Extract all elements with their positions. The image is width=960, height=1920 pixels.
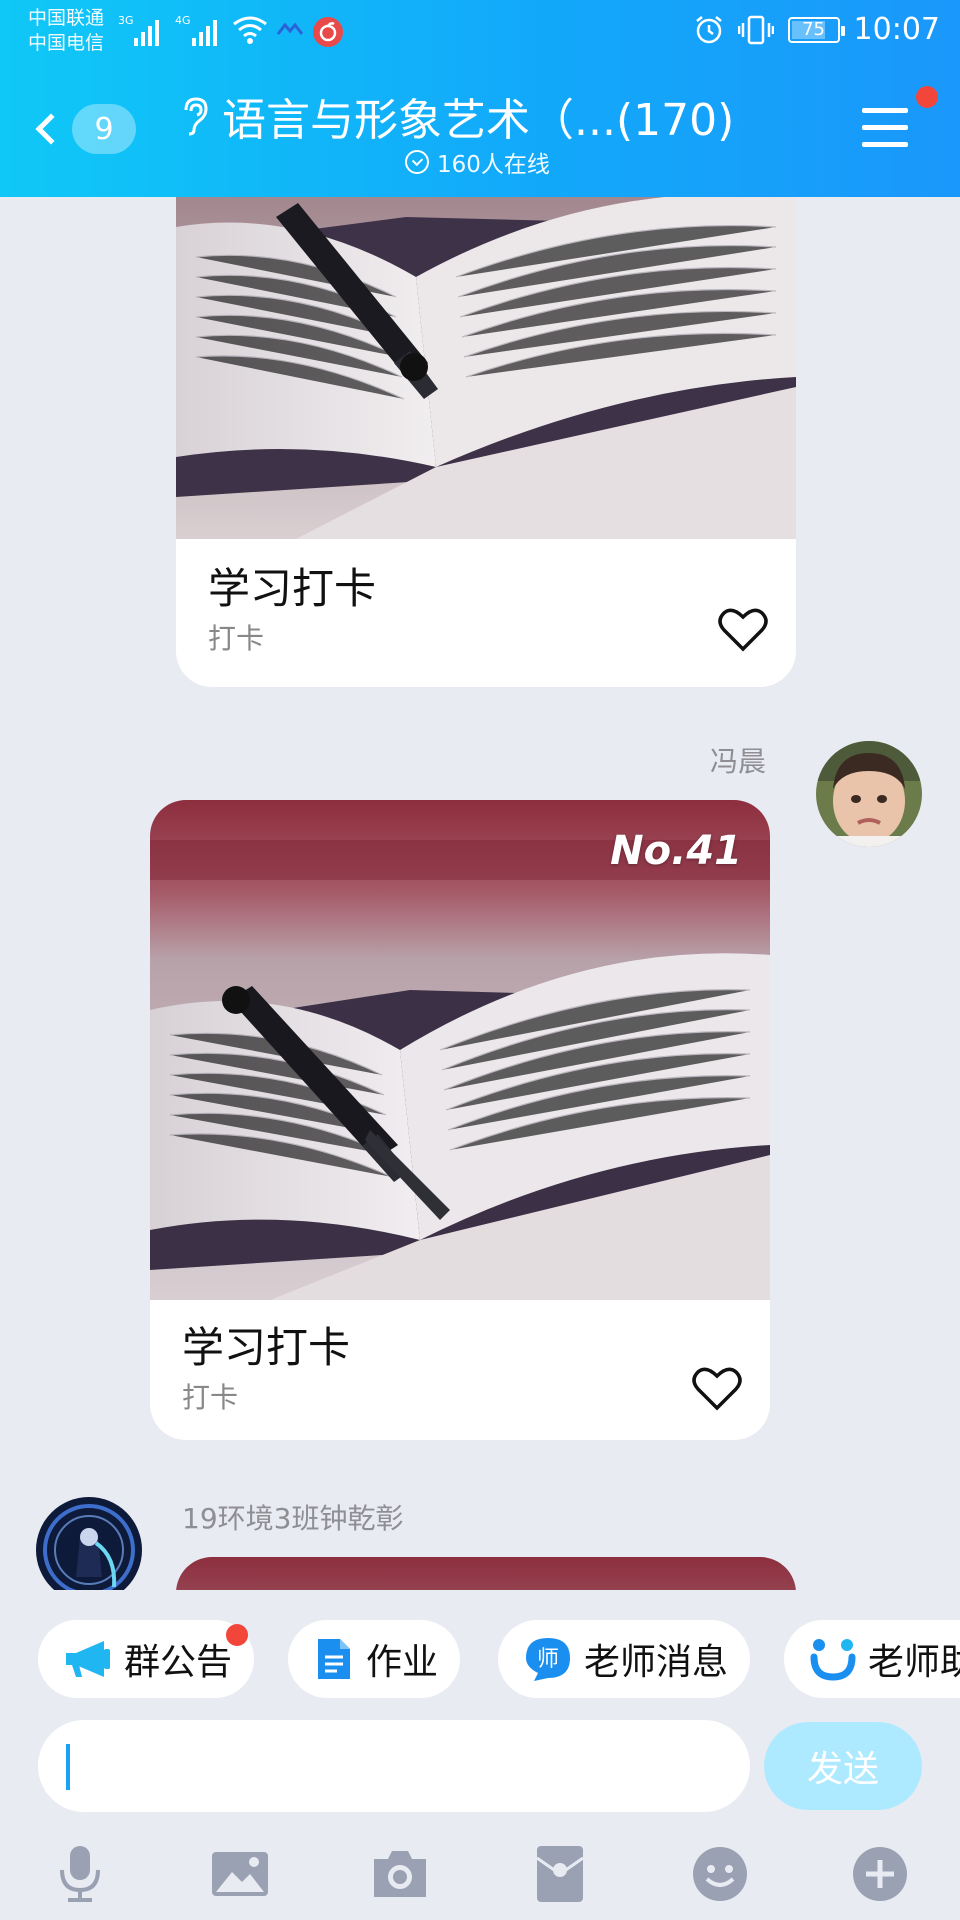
message-input[interactable] [38,1720,750,1812]
ear-icon [184,97,208,136]
card-subtitle: 打卡 [208,622,265,655]
card-subtitle: 打卡 [182,1381,239,1414]
online-count: 160人在线 [437,152,550,178]
vibrate-icon [737,15,774,44]
camera-button[interactable] [368,1842,432,1906]
sender-name: 冯晨 [710,745,767,778]
signal-icon [134,16,159,46]
chip-label: 作业 [366,1642,439,1683]
microphone-icon [60,1846,100,1902]
unread-count-badge: 9 [72,104,136,154]
checkin-card[interactable] [176,1557,796,1590]
red-packet-button[interactable] [528,1842,592,1906]
online-status[interactable]: 160人在线 [405,145,550,179]
signal-icon [192,16,217,46]
checkin-card[interactable]: No.41 学习打卡 打卡 [150,800,770,1440]
top-bar: 中国联通 中国电信 3G 4G 75 10:07 9 语言与形象艺术（...(1… [0,0,960,197]
back-button[interactable]: 9 [35,104,136,154]
text-caret [66,1744,70,1790]
teacher-assistant-chip[interactable]: 老师助 [784,1620,960,1698]
network-type-1: 3G [118,14,134,27]
book-photo [150,800,770,1300]
document-icon [318,1639,350,1679]
status-right: 75 10:07 [694,12,940,47]
chat-title-area[interactable]: 语言与形象艺术（...(170) [180,84,760,148]
carrier-1: 中国联通 [28,7,105,29]
image-icon [212,1852,268,1896]
network-type-2: 4G [175,14,191,27]
megaphone-icon [66,1641,110,1677]
alarm-icon [695,15,722,43]
carrier-labels: 中国联通 中国电信 [28,6,104,56]
composer: 发送 [0,1720,960,1920]
chip-label: 群公告 [124,1642,233,1683]
svg-text:师: 师 [537,1647,559,1672]
shortcut-bar[interactable]: 群公告 作业 师 老师消息 老师助 [0,1590,960,1720]
heart-icon[interactable] [718,607,768,653]
book-photo [176,1557,796,1590]
chip-label: 老师消息 [584,1642,729,1683]
input-toolbar [0,1832,960,1920]
status-bar: 中国联通 中国电信 3G 4G 75 10:07 [0,0,960,64]
chat-area[interactable]: 学习打卡 打卡 冯晨 No.41 学习打卡 打卡 19环境3班钟乾彰 [0,197,960,1590]
send-button[interactable]: 发送 [764,1722,922,1810]
emoji-icon [693,1847,747,1901]
camera-icon [374,1851,426,1897]
card-title: 学习打卡 [208,564,377,613]
clock: 10:07 [853,12,940,47]
plus-icon [853,1847,907,1901]
image-button[interactable] [208,1842,272,1906]
red-packet-icon [536,1846,584,1902]
more-button[interactable] [848,1842,912,1906]
voice-button[interactable] [48,1842,112,1906]
battery-level: 75 [802,19,825,40]
teacher-message-chip[interactable]: 师 老师消息 [498,1620,751,1698]
number-badge: No.41 [610,828,742,874]
wifi-icon [233,16,267,44]
notification-dot [916,86,938,108]
smile-u-icon [810,1639,856,1681]
chevron-circle-icon [405,150,429,174]
checkin-card[interactable]: 学习打卡 打卡 [176,197,796,687]
emoji-button[interactable] [688,1842,752,1906]
chip-label: 老师助 [868,1642,960,1683]
battery-icon: 75 [787,16,845,43]
avatar[interactable] [36,1497,142,1590]
page-title: 语言与形象艺术（...(170) [222,95,735,146]
carrier-2: 中国电信 [28,32,105,54]
avatar[interactable] [816,741,922,847]
book-photo [176,197,796,539]
homework-chip[interactable]: 作业 [288,1620,461,1698]
sender-name: 19环境3班钟乾彰 [182,1502,404,1535]
menu-button[interactable] [862,108,908,150]
teacher-icon: 师 [526,1638,570,1681]
notification-dot [226,1624,249,1646]
netease-music-icon [313,17,343,47]
card-title: 学习打卡 [182,1323,351,1372]
chevron-left-icon [35,113,67,145]
announcement-chip[interactable]: 群公告 [38,1620,255,1698]
heart-icon[interactable] [692,1366,742,1412]
app-notify-icon [276,22,304,35]
